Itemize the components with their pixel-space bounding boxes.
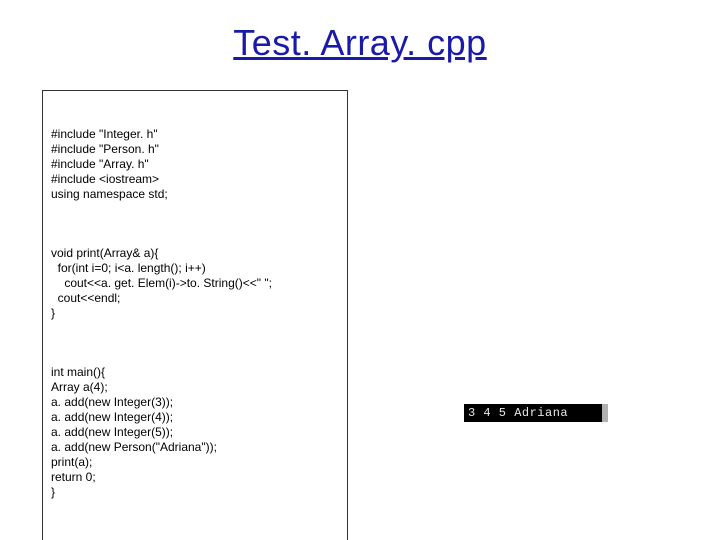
code-block-main-fn: int main(){ Array a(4); a. add(new Integ… [51,365,339,500]
code-block-includes: #include "Integer. h" #include "Person. … [51,127,339,202]
slide: Test. Array. cpp #include "Integer. h" #… [0,0,720,540]
code-listing: #include "Integer. h" #include "Person. … [42,90,348,540]
page-title: Test. Array. cpp [0,22,720,64]
code-block-print-fn: void print(Array& a){ for(int i=0; i<a. … [51,246,339,321]
program-output: 3 4 5 Adriana [464,404,608,422]
